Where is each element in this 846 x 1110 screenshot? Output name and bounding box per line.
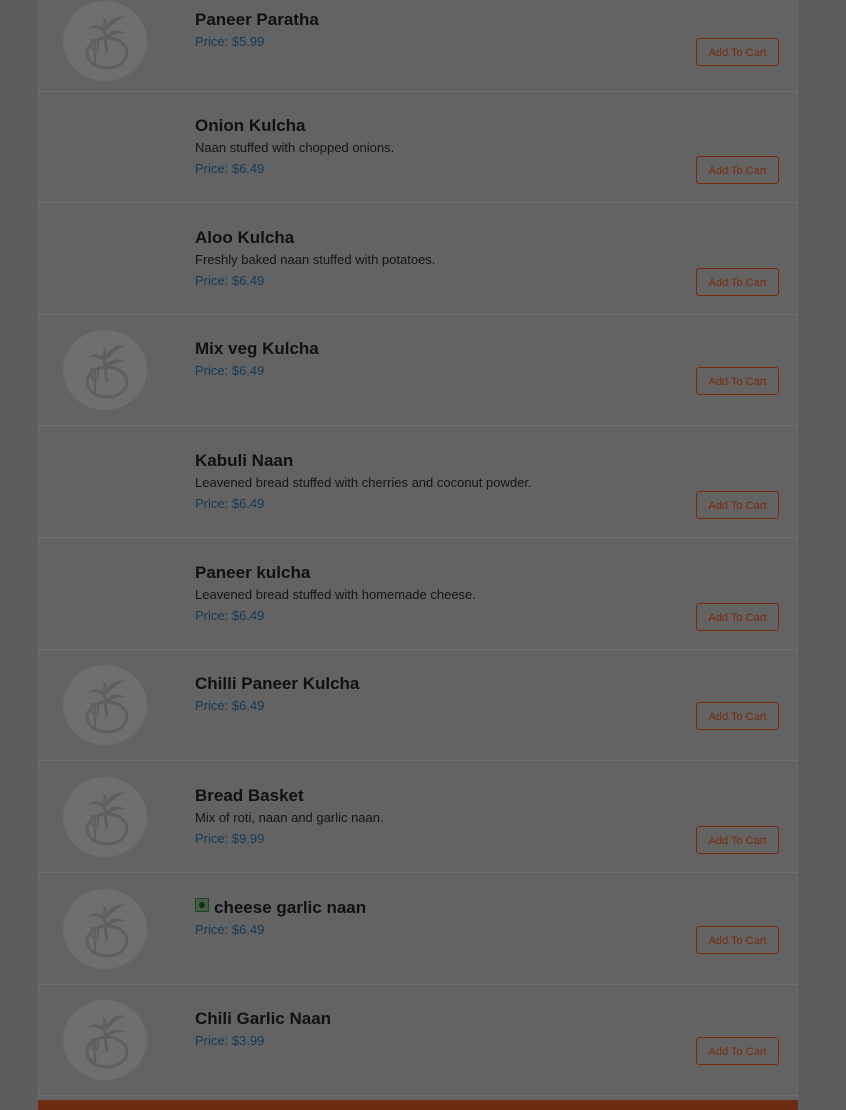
item-price: Price: $6.49 bbox=[195, 161, 265, 176]
item-price: Price: $6.49 bbox=[195, 698, 265, 713]
menu-item: Paneer kulcha Leavened bread stuffed with… bbox=[39, 538, 797, 650]
item-price: Price: $3.99 bbox=[195, 1033, 265, 1048]
item-name-text: Chilli Paneer Kulcha bbox=[195, 674, 360, 693]
restaurant-logo-icon bbox=[63, 889, 147, 969]
item-name-text: Onion Kulcha bbox=[195, 116, 306, 135]
menu-list: Paneer Paratha Price: $5.99 Add To Cart Oni… bbox=[38, 0, 798, 1110]
item-name-text: Kabuli Naan bbox=[195, 451, 294, 470]
item-price: Price: $6.49 bbox=[195, 273, 265, 288]
add-to-cart-button[interactable]: Add To Cart bbox=[696, 1037, 779, 1065]
add-to-cart-button[interactable]: Add To Cart bbox=[696, 156, 779, 184]
item-name: Kabuli Naan bbox=[195, 451, 293, 471]
item-description: Naan stuffed with chopped onions. bbox=[195, 140, 395, 155]
add-to-cart-button[interactable]: Add To Cart bbox=[696, 491, 779, 519]
menu-item: Paneer Paratha Price: $5.99 Add To Cart bbox=[39, 0, 797, 92]
menu-item: Onion Kulcha Naan stuffed with chopped on… bbox=[39, 91, 797, 203]
item-price: Price: $6.49 bbox=[195, 608, 265, 623]
add-to-cart-button[interactable]: Add To Cart bbox=[696, 268, 779, 296]
item-name-text: Paneer kulcha bbox=[195, 563, 311, 582]
add-to-cart-button[interactable]: Add To Cart bbox=[696, 603, 779, 631]
veg-indicator-icon bbox=[195, 898, 209, 912]
item-name-text: Aloo Kulcha bbox=[195, 228, 295, 247]
item-name-text: Mix veg Kulcha bbox=[195, 339, 319, 358]
menu-item: Bread Basket Mix of roti, naan and garlic… bbox=[39, 761, 797, 873]
item-name: Onion Kulcha bbox=[195, 116, 306, 136]
item-name-text: Chili Garlic Naan bbox=[195, 1009, 332, 1028]
item-description: Leavened bread stuffed with cherries and… bbox=[195, 475, 532, 490]
item-name: Paneer Paratha bbox=[195, 10, 319, 30]
item-price: Price: $6.49 bbox=[195, 363, 265, 378]
add-to-cart-button[interactable]: Add To Cart bbox=[696, 38, 779, 66]
item-description: Mix of roti, naan and garlic naan. bbox=[195, 810, 384, 825]
menu-item: cheese garlic naan Price: $6.49 Add To Car… bbox=[39, 873, 797, 985]
item-price: Price: $5.99 bbox=[195, 34, 265, 49]
add-to-cart-button[interactable]: Add To Cart bbox=[696, 826, 779, 854]
restaurant-logo-icon bbox=[63, 665, 147, 745]
item-name: Chili Garlic Naan bbox=[195, 1009, 331, 1029]
restaurant-logo-icon bbox=[63, 1, 147, 81]
menu-item: Chili Garlic Naan Price: $3.99 Add To Cart bbox=[39, 984, 797, 1096]
item-name-text: Paneer Paratha bbox=[195, 10, 319, 29]
item-description: Leavened bread stuffed with homemade che… bbox=[195, 587, 476, 602]
item-price: Price: $6.49 bbox=[195, 496, 265, 511]
add-to-cart-button[interactable]: Add To Cart bbox=[696, 702, 779, 730]
item-name: Paneer kulcha bbox=[195, 563, 310, 583]
add-to-cart-button[interactable]: Add To Cart bbox=[696, 926, 779, 954]
item-name: Mix veg Kulcha bbox=[195, 339, 319, 359]
footer-bar bbox=[38, 1100, 798, 1110]
page: Paneer Paratha Price: $5.99 Add To Cart Oni… bbox=[0, 0, 846, 1110]
item-name: Aloo Kulcha bbox=[195, 228, 294, 248]
menu-item: Mix veg Kulcha Price: $6.49 Add To Cart bbox=[39, 314, 797, 426]
item-name: cheese garlic naan bbox=[195, 898, 366, 918]
item-price: Price: $9.99 bbox=[195, 831, 265, 846]
item-price: Price: $6.49 bbox=[195, 922, 265, 937]
restaurant-logo-icon bbox=[63, 1000, 147, 1080]
restaurant-logo-icon bbox=[63, 330, 147, 410]
restaurant-logo-icon bbox=[63, 777, 147, 857]
item-name: Chilli Paneer Kulcha bbox=[195, 674, 359, 694]
item-description: Freshly baked naan stuffed with potatoes… bbox=[195, 252, 436, 267]
menu-item: Chilli Paneer Kulcha Price: $6.49 Add To C… bbox=[39, 649, 797, 761]
menu-item: Aloo Kulcha Freshly baked naan stuffed wi… bbox=[39, 203, 797, 315]
item-name: Bread Basket bbox=[195, 786, 304, 806]
add-to-cart-button[interactable]: Add To Cart bbox=[696, 367, 779, 395]
item-name-text: Bread Basket bbox=[195, 786, 304, 805]
item-name-text: cheese garlic naan bbox=[214, 898, 367, 917]
menu-item: Kabuli Naan Leavened bread stuffed with c… bbox=[39, 426, 797, 538]
